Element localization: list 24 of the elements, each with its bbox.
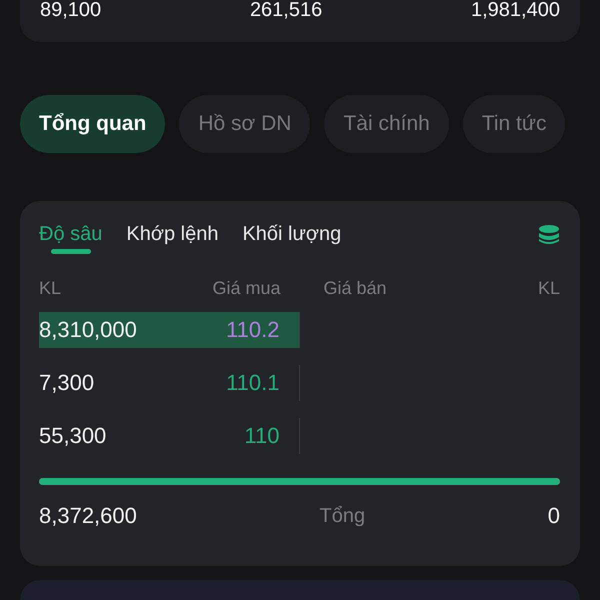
total-bid-volume: 8,372,600 <box>39 503 137 529</box>
bid-volume: 7,300 <box>39 370 94 396</box>
section-tab[interactable]: Hồ sơ DN <box>179 95 310 153</box>
bid-volume: 55,300 <box>39 422 106 448</box>
column-header: KL <box>39 278 62 299</box>
total-ask-volume: 0 <box>548 503 560 529</box>
bid-price: 110.1 <box>226 370 280 396</box>
total-label: Tổng <box>320 504 366 528</box>
order-book-tab[interactable]: Khớp lệnh <box>126 223 218 258</box>
bid-volume: 8,310,000 <box>39 316 137 342</box>
section-tab[interactable]: Tổng quan <box>20 95 166 153</box>
section-tab[interactable]: Tin tức <box>462 95 566 153</box>
summary-value: 261,516 <box>250 0 322 20</box>
summary-value: 89,100 <box>40 0 102 20</box>
bid-price: 110.2 <box>226 316 280 342</box>
column-header: Giá bán <box>324 278 387 299</box>
order-book-tab[interactable]: Độ sâu <box>39 223 102 258</box>
section-tab[interactable]: Tài chính <box>324 95 449 153</box>
summary-value: 1,981,400 <box>471 0 560 20</box>
order-book-tab[interactable]: Khối lượng <box>242 223 342 258</box>
column-header: Giá mua <box>212 278 280 299</box>
column-header: KL <box>538 278 560 299</box>
stack-icon[interactable] <box>538 225 560 245</box>
bid-price: 110 <box>244 422 280 448</box>
